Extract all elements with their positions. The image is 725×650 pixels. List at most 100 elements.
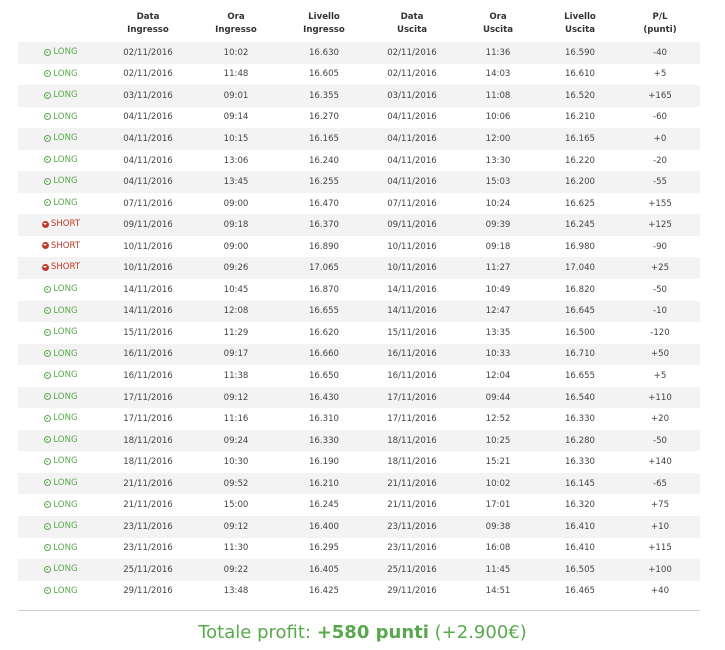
header-exit-time: Ora Uscita	[482, 12, 514, 35]
header-pl: P/L (punti)	[643, 12, 677, 35]
exit-time-cell: 10:33	[456, 343, 540, 366]
direction-label: SHORT	[50, 219, 81, 230]
exit-date-cell: 04/11/2016	[368, 128, 456, 150]
direction-badge: LONG	[44, 413, 78, 424]
entry-date-cell: 14/11/2016	[104, 279, 192, 301]
exit-level-cell: 16.820	[540, 279, 620, 301]
exit-time-cell: 12:00	[456, 128, 540, 150]
entry-level-cell: 16.605	[280, 63, 368, 86]
entry-level-cell: 16.870	[280, 279, 368, 301]
entry-time-cell: 09:22	[192, 559, 280, 581]
direction-badge: LONG	[44, 47, 78, 57]
direction-cell: LONG	[18, 343, 104, 366]
exit-level-cell: 16.500	[540, 322, 620, 344]
entry-level-cell: 16.255	[280, 171, 368, 193]
arrow-up-circle-icon	[44, 91, 52, 99]
exit-date-cell: 15/11/2016	[368, 322, 456, 344]
entry-date-cell: 09/11/2016	[104, 214, 192, 236]
header-exit-level: Livello Uscita	[564, 12, 596, 35]
exit-level-cell: 16.645	[540, 300, 620, 323]
exit-time-cell: 09:44	[456, 386, 540, 409]
direction-cell: LONG	[18, 322, 104, 344]
entry-date-cell: 16/11/2016	[104, 365, 192, 387]
entry-time-cell: 10:30	[192, 451, 280, 473]
table-row: LONG 16/11/2016 09:17 16.660 16/11/2016 10:33…	[18, 343, 700, 366]
header-entry-level: Livello Ingresso	[303, 12, 345, 35]
exit-time-cell: 14:51	[456, 580, 540, 603]
exit-time-cell: 09:38	[456, 516, 540, 538]
header-direction	[18, 6, 104, 42]
exit-date-cell: 18/11/2016	[368, 429, 456, 452]
arrow-up-circle-icon	[44, 393, 52, 401]
direction-label: SHORT	[50, 240, 81, 251]
exit-time-cell: 09:18	[456, 235, 540, 258]
entry-time-cell: 09:26	[192, 257, 280, 280]
exit-date-cell: 10/11/2016	[368, 235, 456, 258]
direction-label: LONG	[53, 413, 78, 424]
exit-date-cell: 14/11/2016	[368, 300, 456, 323]
pl-cell: -10	[620, 300, 700, 323]
pl-cell: +100	[620, 559, 700, 581]
table-row: LONG 17/11/2016 11:16 16.310 17/11/2016 12:52…	[18, 408, 700, 430]
pl-cell: -50	[620, 429, 700, 452]
direction-cell: SHORT	[18, 214, 104, 236]
exit-time-cell: 16:08	[456, 537, 540, 560]
direction-cell: LONG	[18, 429, 104, 452]
exit-date-cell: 04/11/2016	[368, 171, 456, 193]
exit-date-cell: 14/11/2016	[368, 279, 456, 301]
exit-time-cell: 11:45	[456, 559, 540, 581]
total-points: +580 punti	[316, 622, 429, 643]
arrow-up-circle-icon	[44, 350, 52, 358]
exit-date-cell: 02/11/2016	[368, 63, 456, 86]
table-row: LONG 21/11/2016 09:52 16.210 21/11/2016 10:02…	[18, 472, 700, 495]
exit-date-cell: 16/11/2016	[368, 343, 456, 366]
direction-badge: SHORT	[41, 240, 81, 251]
direction-badge: LONG	[44, 306, 78, 316]
pl-cell: +125	[620, 214, 700, 236]
table-row: LONG 04/11/2016 09:14 16.270 04/11/2016 10:06…	[18, 106, 700, 129]
entry-time-cell: 10:02	[192, 42, 280, 64]
entry-level-cell: 16.190	[280, 451, 368, 473]
direction-badge: LONG	[44, 90, 78, 100]
exit-time-cell: 10:02	[456, 472, 540, 495]
table-row: LONG 29/11/2016 13:48 16.425 29/11/2016 14:51…	[18, 580, 700, 603]
exit-date-cell: 25/11/2016	[368, 559, 456, 581]
table-row: LONG 02/11/2016 10:02 16.630 02/11/2016 11:36…	[18, 42, 700, 64]
total-profit: Totale profit: +580 punti (+2.900€)	[0, 622, 725, 643]
direction-badge: SHORT	[41, 262, 80, 272]
exit-level-cell: 16.655	[540, 365, 620, 387]
table-header-row: Data Ingresso Ora Ingresso Livello Ingresso…	[18, 6, 700, 42]
arrow-up-circle-icon	[44, 544, 52, 552]
entry-date-cell: 23/11/2016	[104, 537, 192, 560]
entry-date-cell: 25/11/2016	[104, 559, 192, 581]
pl-cell: +5	[620, 365, 700, 387]
entry-time-cell: 11:48	[192, 63, 280, 86]
entry-level-cell: 16.425	[280, 580, 368, 603]
direction-cell: LONG	[18, 516, 104, 538]
entry-time-cell: 09:12	[192, 516, 280, 538]
direction-badge: LONG	[44, 349, 78, 359]
direction-label: LONG	[53, 154, 78, 165]
exit-level-cell: 16.980	[540, 235, 620, 258]
entry-level-cell: 16.270	[280, 106, 368, 129]
direction-cell: LONG	[18, 63, 104, 86]
exit-level-cell: 16.410	[540, 516, 620, 538]
exit-date-cell: 03/11/2016	[368, 85, 456, 107]
table-row: LONG 25/11/2016 09:22 16.405 25/11/2016 11:45…	[18, 559, 700, 581]
exit-time-cell: 17:01	[456, 494, 540, 517]
arrow-down-circle-icon	[41, 220, 49, 228]
direction-label: LONG	[53, 111, 78, 122]
trades-page: Data Ingresso Ora Ingresso Livello Ingresso…	[0, 0, 725, 650]
entry-date-cell: 29/11/2016	[104, 580, 192, 603]
exit-time-cell: 09:39	[456, 214, 540, 236]
direction-cell: LONG	[18, 408, 104, 430]
entry-level-cell: 16.405	[280, 559, 368, 581]
direction-badge: LONG	[44, 69, 78, 79]
exit-level-cell: 16.540	[540, 386, 620, 409]
exit-time-cell: 11:36	[456, 42, 540, 64]
exit-date-cell: 23/11/2016	[368, 537, 456, 560]
entry-level-cell: 16.355	[280, 85, 368, 107]
direction-cell: LONG	[18, 494, 104, 517]
direction-badge: LONG	[44, 392, 78, 402]
exit-time-cell: 10:24	[456, 192, 540, 215]
